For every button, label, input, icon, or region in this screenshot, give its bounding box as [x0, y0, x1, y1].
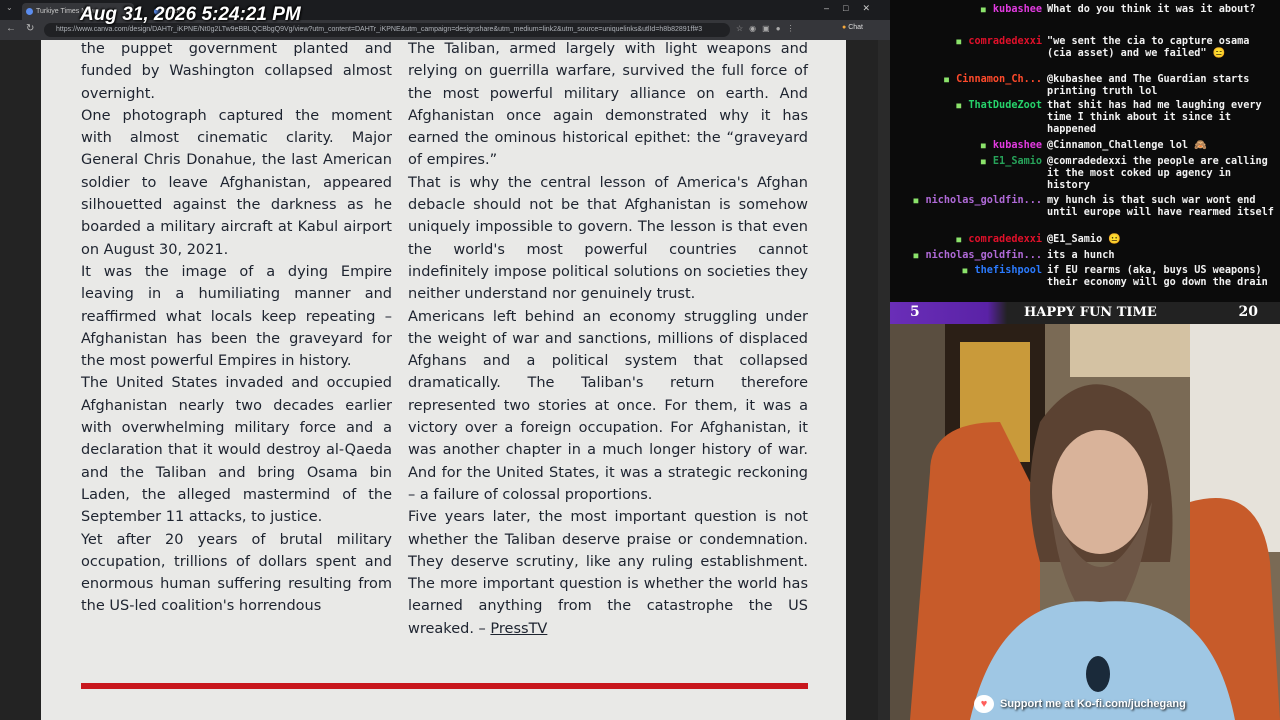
chat-text: @Cinnamon_Challenge lol 🙈: [1047, 140, 1207, 151]
browser-window: ⌄ Turkiye Times News Iskele... –□✕ ← ↻ h…: [0, 0, 890, 720]
webcam-image: [890, 302, 1280, 720]
chat-username[interactable]: thefishpool: [975, 265, 1042, 277]
profile-icon[interactable]: ●: [776, 24, 787, 33]
chat-username[interactable]: ThatDudeZoot: [968, 100, 1042, 112]
favicon-icon: [26, 8, 33, 15]
chat-username[interactable]: kubashee: [993, 4, 1042, 16]
chat-badges-icon: ■: [962, 266, 968, 275]
chat-username[interactable]: comradedexxi: [968, 36, 1042, 48]
chat-username[interactable]: Cinnamon_Ch...: [956, 74, 1042, 86]
article-text: Five years later, the most important que…: [408, 509, 808, 637]
chat-text: @comradedexxi the people are calling it …: [1047, 156, 1268, 191]
chat-badges-icon: ■: [944, 75, 949, 84]
chat-label: Chat: [848, 24, 863, 31]
article-paragraph: The United States invaded and occupied A…: [81, 375, 392, 526]
article-paragraph: Americans left behind an economy struggl…: [408, 308, 808, 503]
article-paragraph: One photograph captured the moment with …: [81, 107, 392, 258]
article-paragraph: It was the image of a dying Empire leavi…: [81, 263, 392, 370]
chat-text: my hunch is that such war wont end until…: [1047, 195, 1274, 218]
chat-button[interactable]: ● Chat: [842, 24, 863, 31]
chat-text: What do you think it was it about?: [1047, 4, 1256, 15]
kofi-support-text: Support me at Ko-fi.com/juchegang: [1000, 698, 1186, 710]
chat-text: "we sent the cia to capture osama (cia a…: [1047, 36, 1250, 59]
source-link[interactable]: PressTV: [490, 621, 547, 637]
extension-icons: ☆◉▣●⋮: [736, 24, 801, 33]
article-column-left: the puppet government planted and funded…: [81, 40, 392, 618]
chat-username[interactable]: kubashee: [993, 140, 1042, 152]
chat-badges-icon: ■: [980, 157, 986, 166]
scrollbar[interactable]: [878, 40, 890, 720]
tab-search-icon[interactable]: ⌄: [6, 3, 13, 12]
chat-badges-icon: ■: [956, 235, 962, 244]
chat-text: @E1_Samio 😐: [1047, 234, 1122, 245]
kofi-cup-icon: ♥: [974, 695, 994, 713]
menu-icon[interactable]: ⋮: [787, 24, 801, 33]
minimize-icon[interactable]: –: [824, 3, 843, 13]
close-icon[interactable]: ✕: [862, 3, 884, 13]
window-controls: –□✕: [824, 3, 884, 14]
stream-banner: 5 HAPPY FUN TIME 20: [890, 302, 1280, 324]
article-paragraph: Yet after 20 years of brutal military oc…: [81, 531, 392, 615]
article-paragraph-last: Five years later, the most important que…: [408, 506, 808, 640]
banner-right-number: 20: [1238, 304, 1258, 320]
document-viewport[interactable]: the puppet government planted and funded…: [0, 40, 890, 720]
chat-badges-icon: ■: [913, 196, 919, 205]
chat-text: that shit has had me laughing every time…: [1047, 100, 1262, 135]
chat-text: if EU rearms (aka, buys US weapons) thei…: [1047, 265, 1268, 288]
stream-chat: ■ kubashee What do you think it was it abo…: [890, 0, 1280, 302]
chat-badges-icon: ■: [913, 251, 919, 260]
article-paragraph: The Taliban, armed largely with light we…: [408, 41, 808, 169]
chat-badges-icon: ■: [956, 37, 962, 46]
chat-icon: ●: [842, 24, 847, 31]
webcam-panel: 5 HAPPY FUN TIME 20 ♥ Support me at Ko-f…: [890, 302, 1280, 720]
banner-title: HAPPY FUN TIME: [1024, 305, 1157, 320]
chat-username[interactable]: comradedexxi: [968, 234, 1042, 246]
maximize-icon[interactable]: □: [843, 3, 862, 13]
back-icon[interactable]: ←: [6, 23, 16, 34]
chat-username[interactable]: E1_Samio: [993, 156, 1042, 168]
banner-left-number: 5: [910, 304, 920, 320]
article-paragraph: That is why the central lesson of Americ…: [408, 174, 808, 303]
red-divider: [81, 683, 808, 689]
share-icon[interactable]: ◉: [749, 24, 762, 33]
chat-badges-icon: ■: [980, 5, 986, 14]
stream-timestamp: Aug 31, 2026 5:24:21 PM: [80, 4, 301, 25]
bookmark-icon[interactable]: ☆: [736, 24, 749, 33]
chat-username[interactable]: nicholas_goldfin...: [925, 195, 1042, 207]
chat-text: @kubashee and The Guardian starts printi…: [1047, 74, 1250, 97]
reload-icon[interactable]: ↻: [26, 23, 34, 34]
article-paragraph: the puppet government planted and funded…: [81, 41, 392, 102]
chat-text: its a hunch: [1047, 250, 1115, 261]
chat-badges-icon: ■: [980, 141, 986, 150]
extensions-icon[interactable]: ▣: [762, 24, 776, 33]
article-column-right: The Taliban, armed largely with light we…: [408, 40, 808, 640]
chat-username[interactable]: nicholas_goldfin...: [925, 250, 1042, 262]
document-page: the puppet government planted and funded…: [41, 40, 846, 720]
chat-badges-icon: ■: [956, 101, 962, 110]
